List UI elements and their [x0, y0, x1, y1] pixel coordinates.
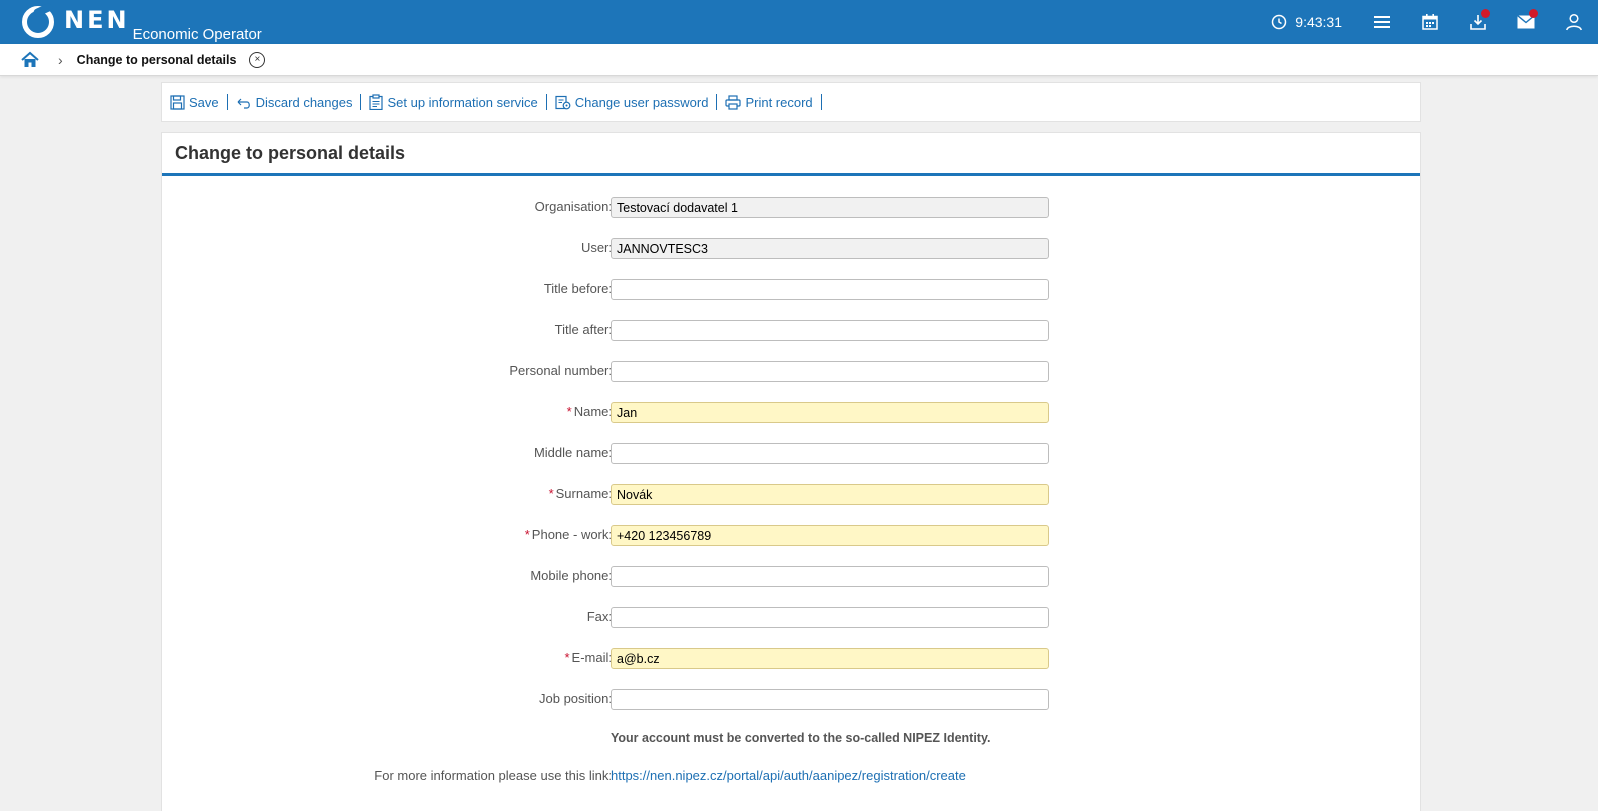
title-before-label: Title before:	[543, 281, 612, 296]
breadcrumb: › Change to personal details ×	[0, 44, 1598, 76]
menu-button[interactable]	[1358, 0, 1406, 44]
close-tab-button[interactable]: ×	[249, 51, 266, 68]
middle-name-label: Middle name:	[533, 445, 612, 460]
fax-field[interactable]	[611, 607, 1049, 628]
organisation-field[interactable]	[611, 197, 1049, 218]
name-label: Name:	[573, 404, 612, 419]
middle-name-row: Middle name:	[162, 443, 1422, 465]
email-row: * E-mail:	[162, 648, 1422, 670]
save-label: Save	[189, 94, 219, 110]
logo-text: NEN	[64, 6, 130, 34]
personal-details-form: Change to personal details Organisation:…	[161, 132, 1421, 811]
fax-row: Fax:	[162, 607, 1422, 629]
clock-time: 9:43:31	[1295, 14, 1342, 30]
change-user-password-button[interactable]: Change user password	[555, 94, 718, 110]
title-after-field[interactable]	[611, 320, 1049, 341]
phone-work-row: * Phone - work:	[162, 525, 1422, 547]
printer-icon	[725, 94, 742, 110]
discard-changes-label: Discard changes	[255, 94, 353, 110]
registration-link[interactable]: https://nen.nipez.cz/portal/api/auth/aan…	[611, 768, 966, 783]
home-icon	[21, 51, 39, 67]
discard-changes-button[interactable]: Discard changes	[236, 94, 362, 110]
title-before-row: Title before:	[162, 279, 1422, 301]
messages-notification-dot	[1529, 9, 1538, 18]
more-info-row: For more information please use this lin…	[162, 766, 1422, 788]
personal-number-label: Personal number:	[509, 363, 612, 378]
action-toolbar: Save Discard changes Set up information …	[161, 82, 1421, 122]
menu-icon	[1374, 16, 1390, 28]
print-record-button[interactable]: Print record	[725, 94, 822, 110]
mobile-phone-label: Mobile phone:	[530, 568, 612, 583]
name-field[interactable]	[611, 402, 1049, 423]
user-label: User:	[580, 240, 612, 255]
nen-logo-icon	[22, 6, 54, 38]
surname-row: * Surname:	[162, 484, 1422, 506]
email-label: E-mail:	[571, 650, 612, 665]
job-position-field[interactable]	[611, 689, 1049, 710]
middle-name-field[interactable]	[611, 443, 1049, 464]
surname-label: Surname:	[555, 486, 612, 501]
required-mark: *	[564, 650, 570, 665]
email-label-wrap: * E-mail:	[564, 650, 612, 665]
user-row: User:	[162, 238, 1422, 260]
top-bar: NEN Economic Operator 9:43:31	[0, 0, 1598, 44]
save-icon	[170, 94, 185, 110]
name-label-wrap: * Name:	[567, 404, 612, 419]
job-position-row: Job position:	[162, 689, 1422, 711]
personal-number-row: Personal number:	[162, 361, 1422, 383]
email-field[interactable]	[611, 648, 1049, 669]
user-icon	[1566, 13, 1582, 31]
user-profile-button[interactable]	[1550, 0, 1598, 44]
messages-button[interactable]	[1502, 0, 1550, 44]
required-mark: *	[548, 486, 554, 501]
required-mark: *	[566, 404, 572, 419]
surname-label-wrap: * Surname:	[549, 486, 612, 501]
personal-number-field[interactable]	[611, 361, 1049, 382]
phone-work-label-wrap: * Phone - work:	[525, 527, 612, 542]
mobile-phone-row: Mobile phone:	[162, 566, 1422, 588]
setup-information-service-button[interactable]: Set up information service	[369, 94, 547, 110]
print-record-label: Print record	[745, 94, 813, 110]
calendar-button[interactable]	[1406, 0, 1454, 44]
title-after-label: Title after:	[554, 322, 612, 337]
downloads-button[interactable]	[1454, 0, 1502, 44]
app-logo[interactable]: NEN Economic Operator	[22, 5, 262, 43]
fax-label: Fax:	[586, 609, 612, 624]
user-field[interactable]	[611, 238, 1049, 259]
organisation-row: Organisation:	[162, 197, 1422, 219]
home-button[interactable]	[21, 50, 41, 70]
save-button[interactable]: Save	[170, 94, 228, 110]
clock-icon	[1272, 14, 1287, 30]
organisation-label: Organisation:	[534, 199, 612, 214]
surname-field[interactable]	[611, 484, 1049, 505]
breadcrumb-current: Change to personal details	[76, 52, 237, 67]
phone-work-field[interactable]	[611, 525, 1049, 546]
form-title: Change to personal details	[175, 142, 406, 163]
downloads-notification-dot	[1481, 9, 1490, 18]
app-subtitle: Economic Operator	[132, 26, 262, 43]
password-settings-icon	[555, 95, 571, 110]
mobile-phone-field[interactable]	[611, 566, 1049, 587]
name-row: * Name:	[162, 402, 1422, 424]
nipez-identity-note: Your account must be converted to the so…	[611, 731, 991, 745]
session-clock: 9:43:31	[1271, 14, 1342, 30]
setup-information-service-label: Set up information service	[387, 94, 538, 110]
calendar-icon	[1422, 14, 1438, 30]
form-header: Change to personal details	[162, 133, 1420, 176]
more-info-label: For more information please use this lin…	[374, 768, 612, 783]
clipboard-icon	[369, 94, 384, 110]
title-after-row: Title after:	[162, 320, 1422, 342]
change-user-password-label: Change user password	[574, 94, 709, 110]
breadcrumb-chevron-icon: ›	[58, 51, 63, 68]
phone-work-label: Phone - work:	[531, 527, 612, 542]
job-position-label: Job position:	[539, 691, 612, 706]
required-mark: *	[524, 527, 530, 542]
undo-icon	[237, 98, 250, 109]
header-actions: 9:43:31	[1271, 0, 1598, 44]
title-before-field[interactable]	[611, 279, 1049, 300]
